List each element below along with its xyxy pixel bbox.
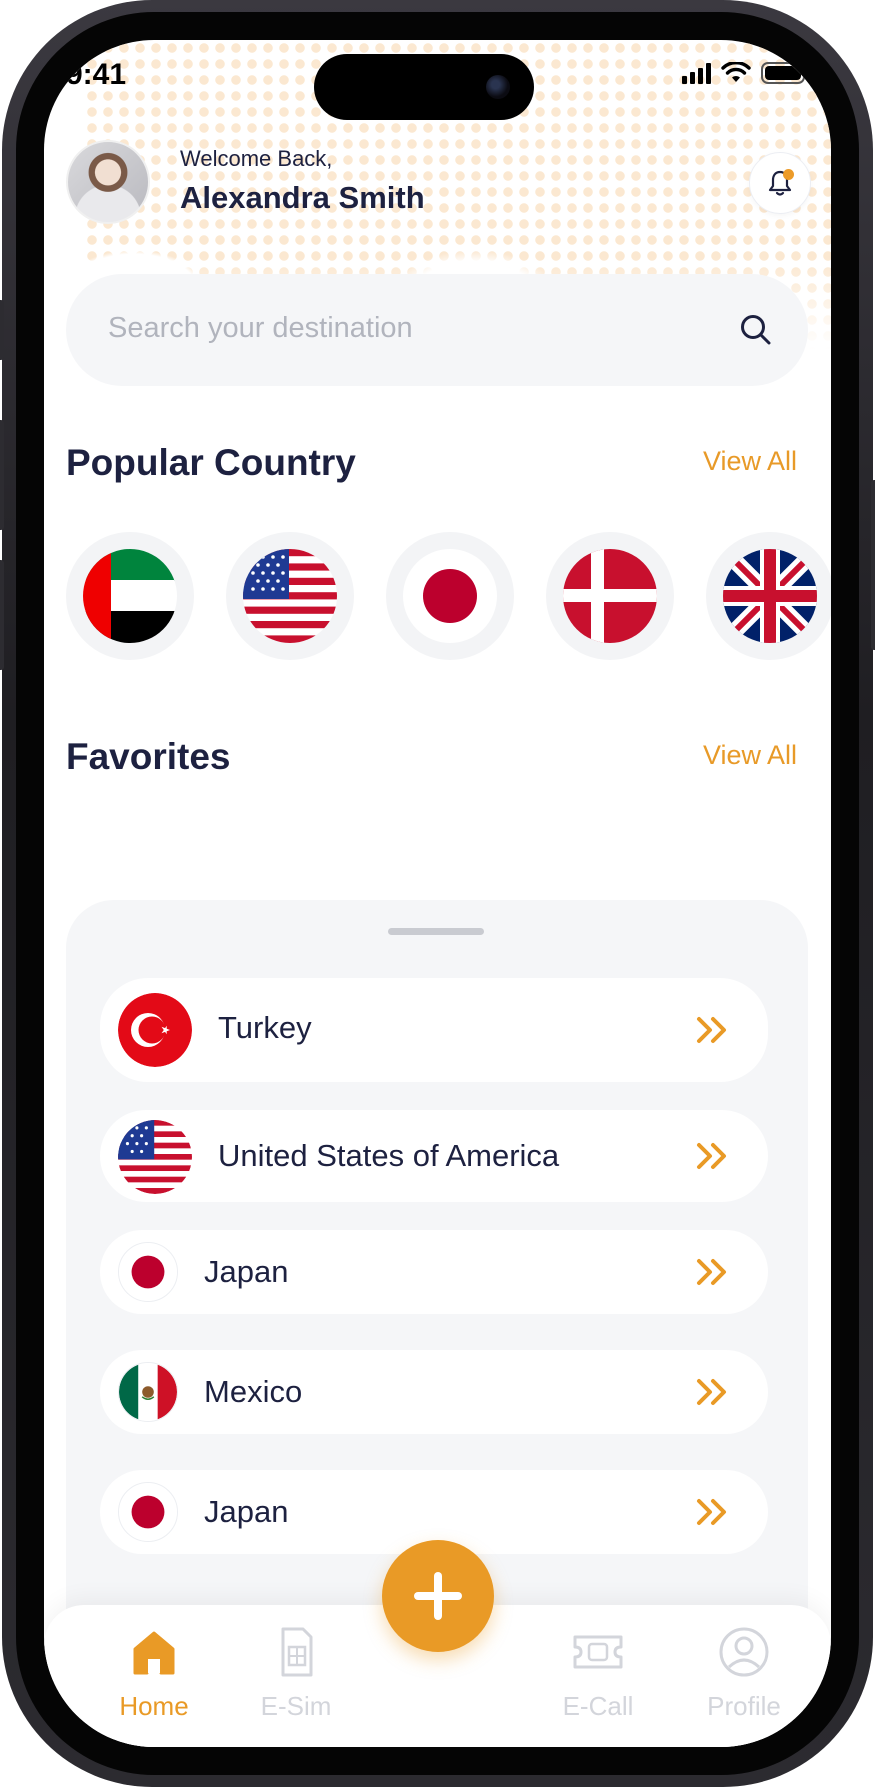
battery-icon: [761, 62, 809, 84]
app-screen: 9:41 Welcome Back, Alexandra Smith Searc…: [44, 40, 831, 1747]
plus-icon: [414, 1572, 462, 1620]
front-camera: [486, 75, 510, 99]
status-time: 9:41: [66, 58, 127, 91]
tab-home[interactable]: Home: [94, 1625, 214, 1745]
volume-up-button: [0, 420, 4, 530]
status-icons: [682, 62, 809, 84]
favorite-label: United States of America: [218, 1138, 560, 1173]
tab-label: Profile: [707, 1691, 781, 1721]
favorite-item-mexico[interactable]: Mexico: [100, 1350, 768, 1434]
favorites-title: Favorites: [66, 736, 231, 777]
volume-down-button: [0, 560, 4, 670]
favorite-item-japan[interactable]: Japan: [100, 1230, 768, 1314]
power-button: [871, 480, 875, 650]
popular-country-item[interactable]: [546, 532, 674, 660]
japan-flag-icon: [119, 1483, 177, 1541]
tab-profile[interactable]: Profile: [684, 1625, 804, 1745]
cellular-signal-icon: [682, 62, 711, 84]
notifications-button[interactable]: [749, 152, 811, 214]
search-icon[interactable]: [738, 312, 774, 348]
ticket-icon: [573, 1635, 623, 1669]
add-button[interactable]: [382, 1540, 494, 1652]
sim-card-icon: [281, 1627, 313, 1677]
tab-label: Home: [119, 1691, 189, 1721]
popular-country-title: Popular Country: [66, 442, 356, 483]
popular-country-list: [66, 532, 831, 662]
tab-esim[interactable]: E-Sim: [236, 1625, 356, 1745]
double-chevron-right-icon[interactable]: [696, 1141, 732, 1171]
profile-icon: [719, 1627, 769, 1677]
favorite-label: Japan: [204, 1494, 289, 1529]
favorite-label: Turkey: [218, 1010, 312, 1045]
drag-handle[interactable]: [388, 928, 484, 935]
home-icon: [133, 1631, 175, 1675]
popular-view-all-link[interactable]: View All: [703, 446, 797, 477]
welcome-text: Welcome Back,: [180, 146, 333, 171]
favorite-item-turkey[interactable]: Turkey: [100, 978, 768, 1082]
notification-dot: [783, 169, 794, 180]
popular-country-item[interactable]: [66, 532, 194, 660]
profile-header: Welcome Back, Alexandra Smith: [66, 140, 811, 230]
popular-country-item[interactable]: [226, 532, 354, 660]
favorite-label: Japan: [204, 1254, 289, 1289]
search-bar[interactable]: Search your destination: [66, 274, 808, 386]
favorites-view-all-link[interactable]: View All: [703, 740, 797, 771]
tab-ecall[interactable]: E-Call: [538, 1625, 658, 1745]
japan-flag-icon: [119, 1243, 177, 1301]
mexico-flag-icon: [119, 1363, 177, 1421]
double-chevron-right-icon[interactable]: [696, 1015, 732, 1045]
avatar[interactable]: [66, 140, 150, 224]
wifi-icon: [721, 62, 751, 82]
usa-flag-icon: [243, 549, 337, 643]
usa-flag-icon: [118, 1120, 192, 1194]
turkey-flag-icon: [118, 993, 192, 1067]
search-input[interactable]: Search your destination: [108, 312, 413, 345]
tab-label: E-Sim: [260, 1691, 332, 1721]
mute-switch: [0, 300, 4, 360]
favorite-label: Mexico: [204, 1374, 303, 1409]
popular-country-item[interactable]: [706, 532, 831, 660]
uk-flag-icon: [723, 549, 817, 643]
double-chevron-right-icon[interactable]: [696, 1377, 732, 1407]
user-name: Alexandra Smith: [180, 180, 425, 215]
favorite-item-usa[interactable]: United States of America: [100, 1110, 768, 1202]
uae-flag-icon: [83, 549, 177, 643]
tab-label: E-Call: [562, 1691, 634, 1721]
denmark-flag-icon: [563, 549, 657, 643]
popular-country-item[interactable]: [386, 532, 514, 660]
japan-flag-icon: [403, 549, 497, 643]
double-chevron-right-icon[interactable]: [696, 1497, 732, 1527]
double-chevron-right-icon[interactable]: [696, 1257, 732, 1287]
dynamic-island: [314, 54, 534, 120]
